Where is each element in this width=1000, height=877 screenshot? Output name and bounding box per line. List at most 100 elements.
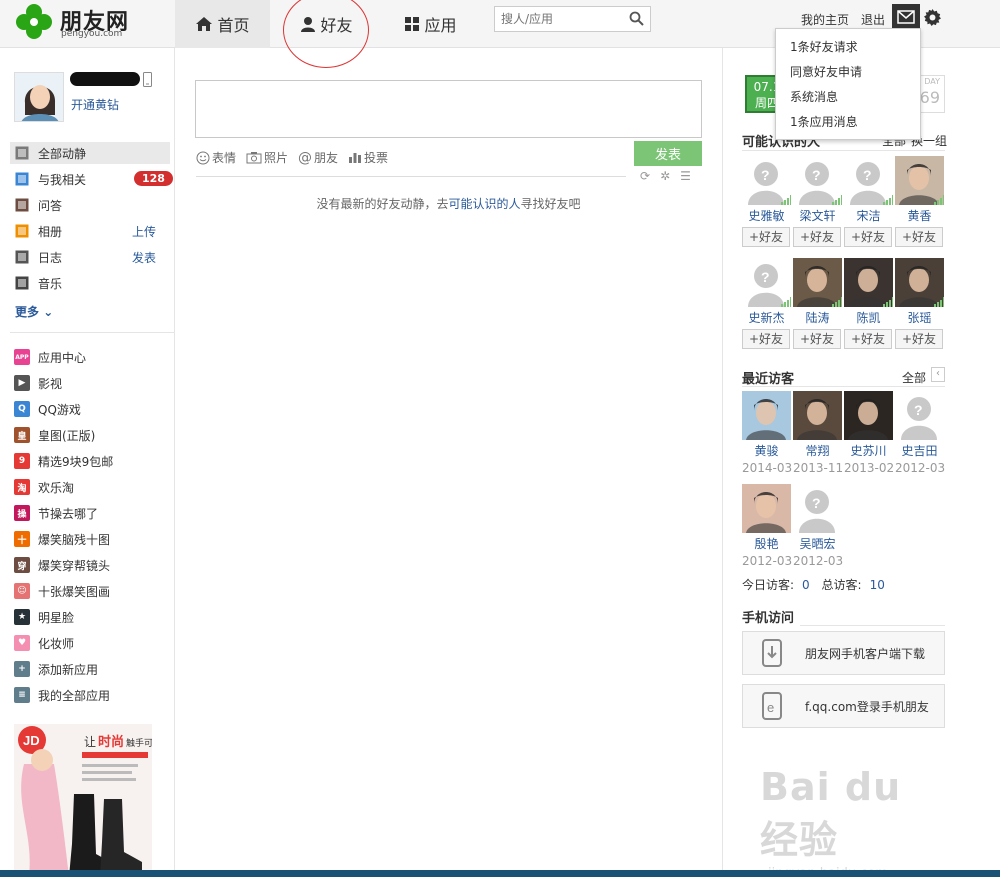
post-button[interactable]: 发表 (634, 141, 702, 166)
visitor-name[interactable]: 黄骏 (742, 442, 791, 459)
avatar[interactable]: ? (742, 156, 791, 205)
visitors-title: 最近访客 (742, 372, 795, 387)
avatar[interactable] (844, 391, 893, 440)
sidebar-item-label: 全部动静 (38, 146, 87, 161)
person-name[interactable]: 梁文轩 (793, 207, 842, 224)
my-home-link[interactable]: 我的主页 (801, 11, 849, 28)
app-item[interactable]: 穿爆笑穿帮镜头 (14, 554, 164, 576)
visitor-name[interactable]: 殷艳 (742, 535, 791, 552)
person-icon (300, 16, 316, 32)
app-item[interactable]: ≡ 我的全部应用 (14, 684, 164, 706)
person-name[interactable]: 宋洁 (844, 207, 893, 224)
app-item[interactable]: APP 应用中心 (14, 346, 164, 368)
mail-button[interactable] (892, 4, 920, 30)
visitor-name[interactable]: 常翔 (793, 442, 842, 459)
phone-icon[interactable] (143, 72, 152, 90)
ad-banner[interactable]: JD 让 时尚 触手可 (14, 724, 152, 877)
tab-apps[interactable]: 应用 (383, 0, 478, 48)
dropdown-item-friend-request[interactable]: 1条好友请求 (776, 37, 920, 62)
app-item[interactable]: ♥ 化妆师 (14, 632, 164, 654)
more-link[interactable]: 更多 ⌄ (15, 303, 53, 320)
notification-badge[interactable]: 128 (134, 171, 173, 186)
photo-tool[interactable]: 照片 (246, 149, 288, 166)
app-item[interactable]: ☺ 十张爆笑图画 (14, 580, 164, 602)
sidebar-item-action[interactable]: 发表 (132, 249, 156, 266)
person-name[interactable]: 陈凯 (844, 309, 893, 326)
sidebar-item-photo-album[interactable]: 相册 上传 (14, 220, 164, 242)
add-friend-button[interactable]: +好友 (742, 227, 790, 247)
person-name[interactable]: 史雅敏 (742, 207, 791, 224)
avatar[interactable] (742, 391, 791, 440)
refresh-icon[interactable]: ⟳ (640, 169, 650, 183)
app-item[interactable]: Q QQ游戏 (14, 398, 164, 420)
add-friend-button[interactable]: +好友 (844, 227, 892, 247)
app-item[interactable]: 皇皇图(正版) (14, 424, 164, 446)
sidebar-item-music[interactable]: 音乐 (14, 272, 164, 294)
logout-link[interactable]: 退出 (861, 11, 885, 28)
visitors-all-link[interactable]: 全部 (902, 369, 926, 386)
add-friend-button[interactable]: +好友 (895, 227, 943, 247)
avatar[interactable]: ? (793, 484, 842, 533)
mention-tool[interactable]: @ 朋友 (298, 149, 338, 166)
list-view-icon[interactable]: ☰ (680, 169, 691, 183)
avatar[interactable] (895, 156, 944, 205)
dropdown-item-app-message[interactable]: 1条应用消息 (776, 112, 920, 137)
app-label: 欢乐淘 (38, 480, 75, 495)
people-you-may-know-link[interactable]: 可能认识的人 (448, 197, 520, 211)
avatar[interactable]: ? (895, 391, 944, 440)
avatar[interactable]: ? (742, 258, 791, 307)
app-item[interactable]: 9 精选9块9包邮 (14, 450, 164, 472)
tab-home[interactable]: 首页 (175, 0, 270, 48)
add-friend-button[interactable]: +好友 (793, 329, 841, 349)
svg-text:?: ? (863, 167, 872, 183)
fqq-login-button[interactable]: e f.qq.com登录手机朋友 (742, 684, 945, 728)
avatar[interactable] (895, 258, 944, 307)
search-icon[interactable] (629, 11, 644, 29)
logo[interactable]: 朋友网 pengyou.com (14, 2, 164, 42)
add-friend-button[interactable]: +好友 (844, 329, 892, 349)
avatar[interactable] (14, 72, 64, 122)
app-item[interactable]: + 添加新应用 (14, 658, 164, 680)
add-friend-button[interactable]: +好友 (895, 329, 943, 349)
person-name[interactable]: 陆涛 (793, 309, 842, 326)
tab-friends[interactable]: 好友 (279, 0, 374, 48)
gear-icon[interactable] (924, 9, 941, 29)
chevron-left-icon[interactable]: ‹ (931, 367, 945, 382)
sidebar-item-blog[interactable]: 日志 发表 (14, 246, 164, 268)
avatar[interactable] (844, 258, 893, 307)
sidebar-item-action[interactable]: 上传 (132, 223, 156, 240)
avatar[interactable] (742, 484, 791, 533)
search-input[interactable] (495, 7, 625, 31)
mobile-client-download-button[interactable]: 朋友网手机客户端下载 (742, 631, 945, 675)
avatar[interactable] (793, 258, 842, 307)
app-item[interactable]: 十爆笑脑残十图 (14, 528, 164, 550)
app-item[interactable]: 淘欢乐淘 (14, 476, 164, 498)
person-name[interactable]: 史新杰 (742, 309, 791, 326)
person-name[interactable]: 张瑶 (895, 309, 944, 326)
app-item[interactable]: ▶ 影视 (14, 372, 164, 394)
visitor-name[interactable]: 史苏川 (844, 442, 893, 459)
avatar[interactable] (793, 391, 842, 440)
visitor-name[interactable]: 史吉田 (895, 442, 944, 459)
vip-link[interactable]: 开通黄钻 (71, 96, 119, 113)
app-item[interactable]: 操节操去哪了 (14, 502, 164, 524)
dropdown-item-system-message[interactable]: 系统消息 (776, 87, 920, 112)
search-box[interactable] (494, 6, 651, 32)
person-name[interactable]: 黄香 (895, 207, 944, 224)
status-composer[interactable] (195, 80, 702, 138)
visitor-name[interactable]: 吴晒宏 (793, 535, 842, 552)
sidebar-item-feed[interactable]: 全部动静 (10, 142, 170, 164)
add-friend-button[interactable]: +好友 (793, 227, 841, 247)
avatar[interactable]: ? (793, 156, 842, 205)
dropdown-item-accept-request[interactable]: 同意好友申请 (776, 62, 920, 87)
settings-small-icon[interactable]: ✲ (660, 169, 670, 183)
sidebar-item-qa[interactable]: 问答 (14, 194, 164, 216)
vote-tool[interactable]: 投票 (348, 149, 388, 166)
app-item[interactable]: ★ 明星脸 (14, 606, 164, 628)
sidebar-item-mention[interactable]: 与我相关 128 (14, 168, 173, 190)
emoji-tool[interactable]: 表情 (196, 149, 236, 166)
today-visitors-count[interactable]: 0 (802, 578, 810, 592)
add-friend-button[interactable]: +好友 (742, 329, 790, 349)
total-visitors-count[interactable]: 10 (870, 578, 885, 592)
avatar[interactable]: ? (844, 156, 893, 205)
